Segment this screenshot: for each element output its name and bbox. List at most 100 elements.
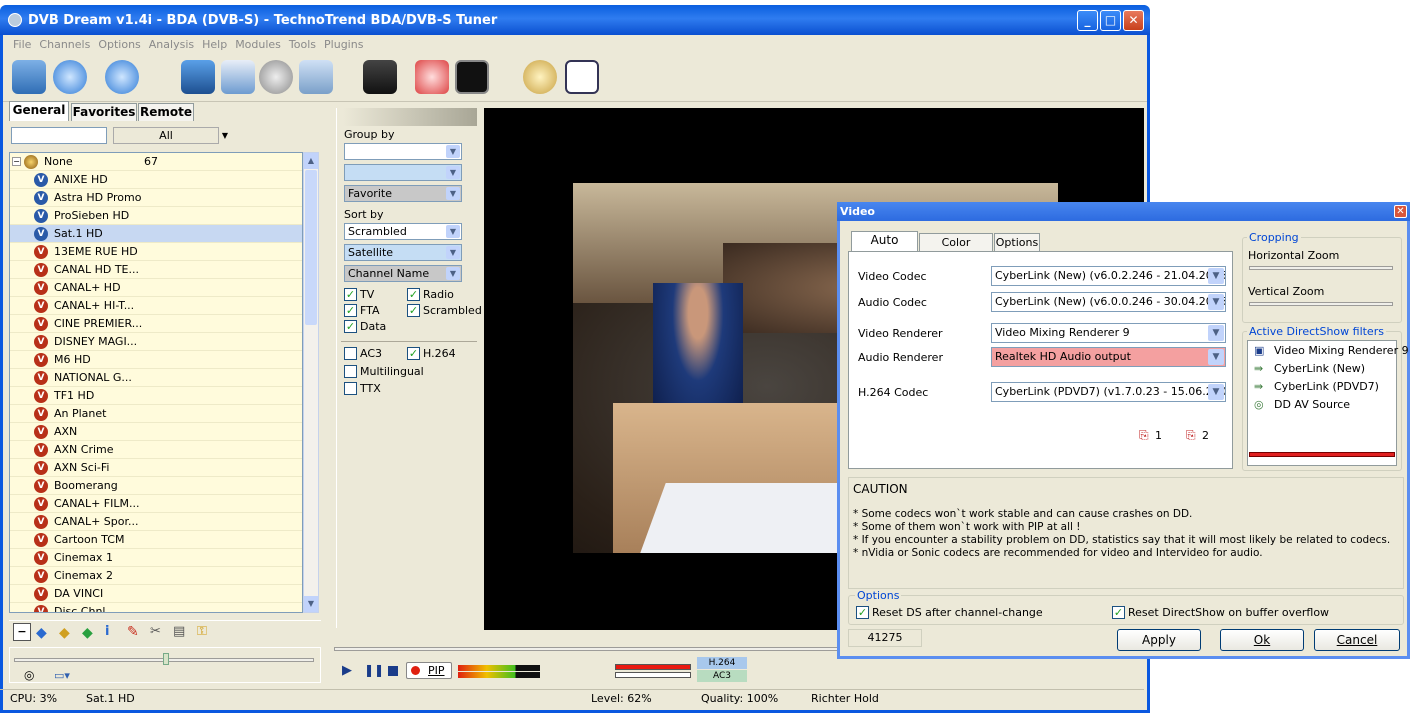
- pip-link-2-label[interactable]: 2: [1202, 429, 1209, 442]
- minimize-button[interactable]: _: [1077, 10, 1098, 31]
- minus-icon[interactable]: −: [13, 623, 31, 641]
- channel-row[interactable]: V TF1 HD: [10, 387, 302, 405]
- channel-row[interactable]: V AXN Crime: [10, 441, 302, 459]
- menu-item-help[interactable]: Help: [202, 38, 227, 51]
- channel-row[interactable]: V DISNEY MAGI...: [10, 333, 302, 351]
- pause-icon[interactable]: ❚❚: [364, 663, 384, 677]
- diamond-blue-icon[interactable]: ◆: [36, 625, 47, 641]
- window-icon[interactable]: [221, 60, 255, 94]
- filter-ac3-checkbox[interactable]: AC3: [344, 347, 382, 361]
- filter-tv-checkbox[interactable]: ✓ TV: [344, 288, 374, 302]
- channel-row[interactable]: V Boomerang: [10, 477, 302, 495]
- title-bar[interactable]: DVB Dream v1.4i - BDA (DVB-S) - TechnoTr…: [0, 5, 1150, 35]
- pip-link-1-icon[interactable]: ⎘: [1139, 428, 1149, 443]
- menu-item-modules[interactable]: Modules: [235, 38, 281, 51]
- dialog-close-icon[interactable]: ✕: [1394, 205, 1407, 218]
- epg-clock-icon[interactable]: [565, 60, 599, 94]
- scroll-down-icon[interactable]: ▼: [304, 596, 318, 612]
- group-by-select-3[interactable]: Favorite ▼: [344, 185, 462, 202]
- clapperboard-icon[interactable]: [363, 60, 397, 94]
- record-icon[interactable]: [455, 60, 489, 94]
- tab-color-controls[interactable]: Color Controls: [919, 233, 993, 266]
- menu-item-tools[interactable]: Tools: [289, 38, 316, 51]
- monitor-icon[interactable]: [181, 60, 215, 94]
- filter-dropdown[interactable]: All ▼: [113, 127, 228, 144]
- timer-icon[interactable]: [523, 60, 557, 94]
- channel-row[interactable]: V Sat.1 HD: [10, 225, 302, 243]
- back-icon[interactable]: [53, 60, 87, 94]
- channel-row[interactable]: V M6 HD: [10, 351, 302, 369]
- channel-row[interactable]: V An Planet: [10, 405, 302, 423]
- h264-codec-select[interactable]: CyberLink (PDVD7) (v1.7.0.23 - 15.06.200…: [991, 382, 1226, 402]
- tab-options[interactable]: Options: [994, 233, 1040, 251]
- tab-general[interactable]: General: [9, 101, 69, 121]
- channel-row[interactable]: V Cinemax 2: [10, 567, 302, 585]
- horizontal-zoom-slider[interactable]: [1249, 266, 1393, 270]
- channel-row[interactable]: V CINE PREMIER...: [10, 315, 302, 333]
- tree-root[interactable]: − None 67: [10, 153, 302, 171]
- directshow-filter-item[interactable]: ◎ DD AV Source: [1252, 398, 1350, 412]
- channel-row[interactable]: V CANAL+ FILM...: [10, 495, 302, 513]
- channel-row[interactable]: V AXN Sci-Fi: [10, 459, 302, 477]
- speaker-icon[interactable]: ◎: [24, 668, 34, 682]
- collapse-icon[interactable]: −: [12, 157, 21, 166]
- reset-directshow-checkbox[interactable]: ✓ Reset DirectShow on buffer overflow: [1112, 606, 1329, 620]
- directshow-filter-item[interactable]: ▣ Video Mixing Renderer 9: [1252, 344, 1409, 358]
- cancel-button[interactable]: Cancel: [1314, 629, 1400, 651]
- volume-thumb[interactable]: [163, 653, 169, 665]
- directshow-filter-list[interactable]: ▣ Video Mixing Renderer 9 ⇛ CyberLink (New)…: [1247, 340, 1409, 466]
- channel-search-input[interactable]: [11, 127, 107, 144]
- video-dialog-titlebar[interactable]: Video ✕: [837, 202, 1410, 221]
- menu-item-channels[interactable]: Channels: [39, 38, 90, 51]
- ok-button[interactable]: Ok: [1220, 629, 1304, 651]
- sort-by-select-1[interactable]: Scrambled ▼: [344, 223, 462, 240]
- menu-item-file[interactable]: File: [13, 38, 31, 51]
- sort-by-select-2[interactable]: Satellite ▼: [344, 244, 462, 261]
- directshow-filter-item[interactable]: ⇛ CyberLink (New): [1252, 362, 1365, 376]
- capture-icon[interactable]: [299, 60, 333, 94]
- channel-list-scrollbar[interactable]: ▲ ▼: [303, 152, 319, 613]
- apply-button[interactable]: Apply: [1117, 629, 1201, 651]
- tab-favorites[interactable]: Favorites: [71, 103, 137, 121]
- maximize-button[interactable]: □: [1100, 10, 1121, 31]
- channel-row[interactable]: V 13EME RUE HD: [10, 243, 302, 261]
- scroll-up-icon[interactable]: ▲: [304, 153, 318, 169]
- channel-row[interactable]: V AXN: [10, 423, 302, 441]
- video-renderer-select[interactable]: Video Mixing Renderer 9 ▼: [991, 323, 1226, 343]
- scroll-thumb[interactable]: [305, 170, 317, 325]
- vertical-zoom-slider[interactable]: [1249, 302, 1393, 306]
- diamond-yellow-icon[interactable]: ◆: [59, 625, 70, 641]
- tag-icon[interactable]: ✎: [127, 624, 139, 640]
- filter-scrambled-checkbox[interactable]: ✓ Scrambled: [407, 304, 482, 318]
- edit-list-icon[interactable]: ▤: [173, 624, 185, 639]
- key-icon[interactable]: ⚿: [197, 624, 207, 639]
- tools-icon[interactable]: ✂: [150, 624, 161, 639]
- menu-item-plugins[interactable]: Plugins: [324, 38, 363, 51]
- settings-gear-icon[interactable]: [259, 60, 293, 94]
- channel-row[interactable]: V CANAL+ Spor...: [10, 513, 302, 531]
- info-icon[interactable]: i: [105, 624, 109, 639]
- tab-auto-graph[interactable]: Auto Graph: [851, 231, 918, 264]
- channel-list[interactable]: − None 67 V ANIXE HD V Astra HD Promo V ProSi…: [9, 152, 303, 613]
- group-by-select-1[interactable]: ▼: [344, 143, 462, 160]
- stop-record-icon[interactable]: [415, 60, 449, 94]
- audio-renderer-select[interactable]: Realtek HD Audio output ▼: [991, 347, 1226, 367]
- channel-row[interactable]: V CANAL+ HI-T...: [10, 297, 302, 315]
- screen-mode-icon[interactable]: ▭▾: [54, 669, 70, 682]
- channel-row[interactable]: V CANAL HD TE...: [10, 261, 302, 279]
- channel-row[interactable]: V ANIXE HD: [10, 171, 302, 189]
- forward-icon[interactable]: [105, 60, 139, 94]
- channel-row[interactable]: V Disc Chnl: [10, 603, 302, 612]
- channel-row[interactable]: V NATIONAL G...: [10, 369, 302, 387]
- menu-item-analysis[interactable]: Analysis: [149, 38, 194, 51]
- channel-row[interactable]: V CANAL+ HD: [10, 279, 302, 297]
- pip-link-1-label[interactable]: 1: [1155, 429, 1162, 442]
- video-codec-select[interactable]: CyberLink (New) (v6.0.2.246 - 21.04.2006…: [991, 266, 1226, 286]
- open-folder-icon[interactable]: [12, 60, 46, 94]
- close-button[interactable]: ✕: [1123, 10, 1144, 31]
- audio-codec-select[interactable]: CyberLink (New) (v6.0.0.246 - 30.04.2006…: [991, 292, 1226, 312]
- filter-data-checkbox[interactable]: ✓ Data: [344, 320, 386, 334]
- tab-remote[interactable]: Remote: [138, 103, 194, 121]
- filter-ttx-checkbox[interactable]: TTX: [344, 382, 381, 396]
- directshow-filter-item[interactable]: ⇛ CyberLink (PDVD7): [1252, 380, 1379, 394]
